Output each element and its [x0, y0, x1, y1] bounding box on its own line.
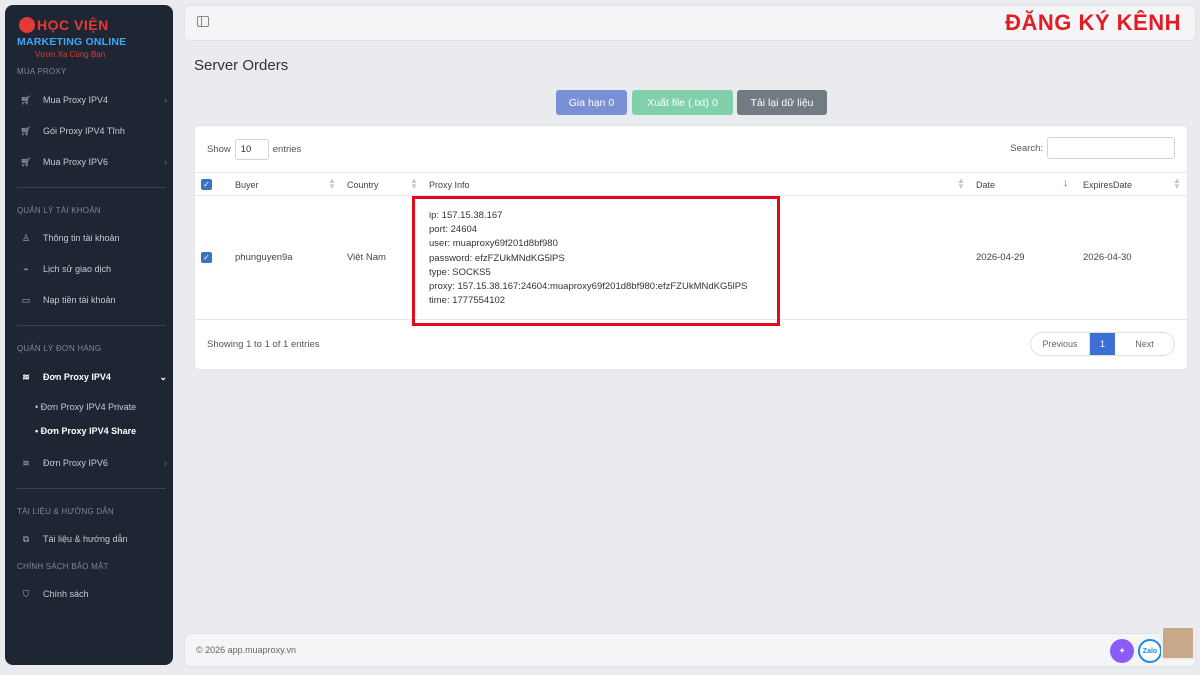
sidebar-subitem-ipv4-share[interactable]: • Đơn Proxy IPV4 Share [35, 426, 136, 436]
page-title: Server Orders [194, 57, 289, 74]
section-buy-proxy: MUA PROXY [17, 67, 67, 76]
cell-buyer: phunguyen9a [235, 252, 293, 263]
reload-button[interactable]: Tải lại dữ liệu [737, 90, 827, 115]
logo-line3: Vươn Xa Cùng Bạn [35, 50, 106, 59]
export-button[interactable]: Xuất file (.txt) 0 [632, 90, 733, 115]
sidebar-item-label: Lịch sử giao dịch [43, 264, 112, 274]
user-icon: ♙ [21, 232, 31, 243]
divider [17, 488, 166, 489]
sidebar-toggle-icon[interactable] [197, 16, 209, 27]
table-row: ✓ phunguyen9a Việt Nam ip: 157.15.38.167… [195, 196, 1187, 326]
sidebar: HỌC VIỆN MARKETING ONLINE Vươn Xa Cùng B… [5, 5, 173, 665]
search-control: Search: [1010, 137, 1175, 159]
messenger-icon[interactable]: ✦ [1110, 639, 1134, 663]
wifi-icon: ≋ [22, 371, 30, 382]
cart-icon: 🛒︎ [20, 156, 32, 167]
chevron-right-icon: › [164, 157, 167, 167]
sort-desc-icon: ↓ [1063, 177, 1069, 189]
copyright: © 2026 app.muaproxy.vn [196, 645, 297, 655]
footer: © 2026 app.muaproxy.vn [184, 633, 1196, 667]
select-all-checkbox[interactable]: ✓ [201, 179, 212, 190]
avatar [1161, 626, 1195, 660]
logo-line2: MARKETING ONLINE [17, 36, 127, 48]
th-country[interactable]: Country [347, 180, 379, 190]
table-header: ✓ Buyer ▲ ▼ Country ▲ ▼ Proxy Info ▲ ▼ Date… [195, 172, 1187, 196]
divider [17, 187, 166, 188]
zalo-label: Zalo [1142, 647, 1158, 655]
highlight-box [412, 196, 780, 326]
row-checkbox[interactable]: ✓ [201, 252, 212, 263]
card-icon: ▭ [21, 294, 31, 305]
cell-expires: 2026-04-30 [1083, 252, 1132, 263]
section-account: QUẢN LÝ TÀI KHOẢN [17, 206, 101, 215]
sidebar-item-label: Mua Proxy IPV4 [43, 95, 109, 105]
sidebar-item-buy-ipv4[interactable]: 🛒︎ Mua Proxy IPV4 › [17, 87, 167, 113]
sidebar-item-label: Chính sách [43, 589, 89, 599]
sidebar-item-history[interactable]: ⌁ Lịch sử giao dịch [17, 256, 167, 282]
sidebar-item-account-info[interactable]: ♙ Thông tin tài khoản [17, 225, 167, 251]
orders-card: Show 10 entries Search: ✓ Buyer ▲ ▼ Count… [194, 125, 1188, 370]
sidebar-subitem-label: Đơn Proxy IPV4 Private [40, 402, 137, 412]
logo-line1: HỌC VIỆN [19, 17, 109, 33]
zalo-button[interactable]: Zalo [1138, 639, 1162, 663]
cell-date: 2026-04-29 [976, 252, 1025, 263]
chevron-right-icon: › [164, 458, 167, 468]
sidebar-item-static-ipv4[interactable]: 🛒︎ Gói Proxy IPV4 Tĩnh [17, 118, 167, 144]
logo[interactable]: HỌC VIỆN MARKETING ONLINE Vươn Xa Cùng B… [17, 17, 127, 63]
sidebar-item-label: Mua Proxy IPV6 [43, 157, 109, 167]
sidebar-item-label: Đơn Proxy IPV6 [43, 458, 108, 468]
subscribe-banner: ĐĂNG KÝ KÊNH [1005, 10, 1181, 35]
th-date[interactable]: Date [976, 180, 995, 190]
shield-icon: ⛉ [22, 588, 30, 599]
logo-line1-text: HỌC VIỆN [37, 17, 109, 33]
page-length-control: Show 10 entries [207, 139, 301, 160]
sidebar-item-topup[interactable]: ▭ Nạp tiền tài khoản [17, 287, 167, 313]
cart-icon: 🛒︎ [20, 125, 32, 136]
th-expires[interactable]: ExpiresDate [1083, 180, 1132, 190]
sidebar-item-label: Thông tin tài khoản [43, 233, 120, 243]
sidebar-item-label: Tài liệu & hướng dẫn [43, 534, 128, 544]
entries-label: entries [272, 144, 302, 155]
section-policy: CHÍNH SÁCH BẢO MẬT [17, 562, 109, 571]
sort-icon: ▲ ▼ [410, 176, 418, 191]
sort-icon: ▲ ▼ [1173, 176, 1181, 191]
search-input[interactable] [1047, 137, 1175, 159]
search-label: Search: [1010, 142, 1043, 154]
topbar: ĐĂNG KÝ KÊNH [184, 5, 1196, 41]
cart-icon: 🛒︎ [20, 94, 32, 105]
sidebar-item-buy-ipv6[interactable]: 🛒︎ Mua Proxy IPV6 › [17, 149, 167, 175]
chevron-down-icon: ⌄ [159, 371, 167, 382]
sidebar-item-label: Gói Proxy IPV4 Tĩnh [43, 126, 125, 136]
pagination: Previous 1 Next [1030, 332, 1175, 356]
logo-mark-icon [19, 17, 35, 33]
sidebar-item-orders-ipv4[interactable]: ≋ Đơn Proxy IPV4 ⌄ [17, 364, 167, 390]
th-buyer[interactable]: Buyer [235, 180, 259, 190]
pagination-previous[interactable]: Previous [1031, 333, 1090, 355]
sort-icon: ▲ ▼ [328, 176, 336, 191]
table-info: Showing 1 to 1 of 1 entries [207, 339, 320, 350]
pagination-next[interactable]: Next [1115, 333, 1174, 355]
show-label: Show [207, 144, 231, 155]
page-length-select[interactable]: 10 [234, 139, 269, 160]
wifi-icon: ≋ [22, 457, 30, 468]
sort-icon: ▲ ▼ [957, 176, 965, 191]
chevron-right-icon: › [164, 95, 167, 105]
pagination-page-1[interactable]: 1 [1090, 333, 1115, 355]
divider [17, 325, 166, 326]
sidebar-item-label: Nạp tiền tài khoản [43, 295, 116, 305]
sidebar-subitem-ipv4-private[interactable]: • Đơn Proxy IPV4 Private [35, 402, 136, 412]
sidebar-item-label: Đơn Proxy IPV4 [43, 372, 111, 382]
sidebar-item-docs[interactable]: ⧉ Tài liệu & hướng dẫn [17, 526, 167, 552]
sidebar-item-policy[interactable]: ⛉ Chính sách [17, 581, 167, 607]
section-orders: QUẢN LÝ ĐƠN HÀNG [17, 344, 102, 353]
activity-icon: ⌁ [23, 263, 29, 274]
cell-country: Việt Nam [347, 252, 386, 263]
sidebar-item-orders-ipv6[interactable]: ≋ Đơn Proxy IPV6 › [17, 450, 167, 476]
th-proxy-info[interactable]: Proxy Info [429, 180, 470, 190]
section-docs: TÀI LIỆU & HƯỚNG DẪN [17, 507, 114, 516]
renew-button[interactable]: Gia hạn 0 [556, 90, 627, 115]
sidebar-subitem-label: Đơn Proxy IPV4 Share [40, 426, 137, 436]
doc-icon: ⧉ [22, 533, 30, 544]
